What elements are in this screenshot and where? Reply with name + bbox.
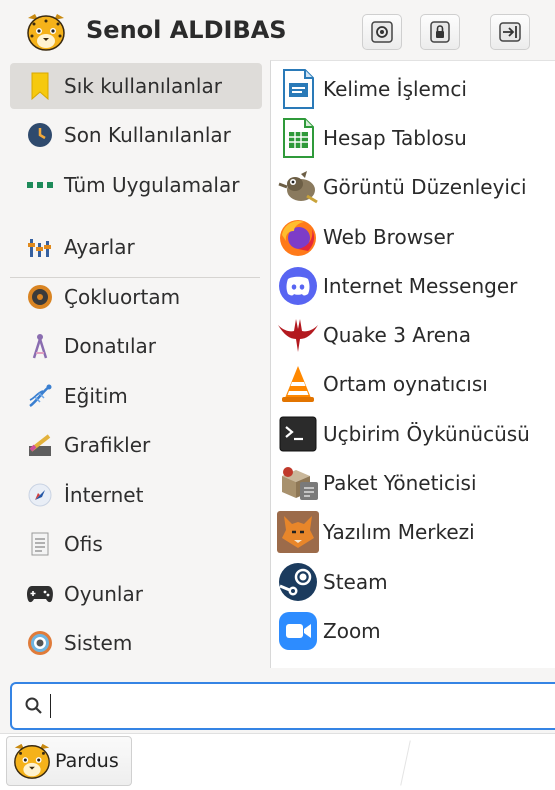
app-label: Kelime İşlemci — [323, 77, 467, 101]
app-firefox[interactable]: Web Browser — [271, 214, 555, 260]
app-quake3[interactable]: Quake 3 Arena — [271, 312, 555, 358]
compass-icon — [26, 332, 54, 360]
search-icon — [25, 697, 42, 714]
pardus-logo-icon — [14, 743, 50, 779]
apps-grid-icon — [26, 171, 54, 199]
app-software-center[interactable]: Yazılım Merkezi — [271, 509, 555, 555]
category-label: Oyunlar — [64, 582, 143, 606]
app-gimp[interactable]: Görüntü Düzenleyici — [271, 164, 555, 210]
category-favorites[interactable]: Sık kullanılanlar — [10, 63, 262, 109]
category-settings[interactable]: Ayarlar — [10, 224, 262, 270]
app-vlc[interactable]: Ortam oynatıcısı — [271, 361, 555, 407]
category-system[interactable]: Sistem — [10, 620, 262, 666]
taskbar-decoration — [400, 740, 411, 786]
username: Senol ALDIBAS — [86, 16, 287, 44]
category-games[interactable]: Oyunlar — [10, 571, 262, 617]
text-cursor — [50, 694, 51, 718]
globe-icon — [26, 481, 54, 509]
system-icon — [26, 629, 54, 657]
category-all-apps[interactable]: Tüm Uygulamalar — [10, 162, 262, 208]
app-steam[interactable]: Steam — [271, 559, 555, 605]
app-label: Steam — [323, 570, 388, 594]
app-terminal[interactable]: Uçbirim Öykünücüsü — [271, 411, 555, 457]
app-label: Web Browser — [323, 225, 455, 249]
category-label: Grafikler — [64, 433, 151, 457]
app-label: Yazılım Merkezi — [323, 520, 475, 544]
category-office[interactable]: Ofis — [10, 521, 262, 567]
app-calc[interactable]: Hesap Tablosu — [271, 115, 555, 161]
category-label: İnternet — [64, 483, 144, 507]
app-label: Quake 3 Arena — [323, 323, 471, 347]
lock-icon — [430, 21, 450, 43]
graphics-icon — [26, 431, 54, 459]
category-multimedia[interactable]: Çokluortam — [10, 274, 262, 320]
package-manager-icon — [275, 460, 321, 506]
app-discord[interactable]: Internet Messenger — [271, 263, 555, 309]
start-menu-button[interactable]: Pardus — [6, 736, 132, 786]
search-input[interactable] — [59, 693, 543, 719]
pardus-leopard-avatar[interactable] — [24, 10, 68, 54]
document-icon — [26, 530, 54, 558]
steam-icon — [275, 559, 321, 605]
category-label: Eğitim — [64, 384, 128, 408]
terminal-icon — [275, 411, 321, 457]
start-menu-label: Pardus — [55, 750, 119, 772]
calc-icon — [275, 115, 321, 161]
app-label: Görüntü Düzenleyici — [323, 175, 527, 199]
app-label: Uçbirim Öykünücüsü — [323, 422, 530, 446]
category-graphics[interactable]: Grafikler — [10, 422, 262, 468]
app-label: Paket Yöneticisi — [323, 471, 477, 495]
firefox-icon — [275, 214, 321, 260]
dna-icon — [26, 382, 54, 410]
category-label: Tüm Uygulamalar — [64, 173, 240, 197]
gamepad-icon — [26, 580, 54, 608]
logout-icon — [499, 22, 521, 42]
vlc-icon — [275, 361, 321, 407]
discord-icon — [275, 263, 321, 309]
menu-header: Senol ALDIBAS — [0, 0, 555, 60]
gimp-icon — [275, 164, 321, 210]
category-label: Son Kullanılanlar — [64, 123, 231, 147]
app-zoom[interactable]: Zoom — [271, 608, 555, 654]
writer-icon — [275, 66, 321, 112]
multimedia-icon — [26, 283, 54, 311]
app-label: Internet Messenger — [323, 274, 518, 298]
software-center-icon — [275, 509, 321, 555]
app-package-manager[interactable]: Paket Yöneticisi — [271, 460, 555, 506]
app-label: Ortam oynatıcısı — [323, 372, 488, 396]
sliders-icon — [26, 233, 54, 261]
lock-button[interactable] — [420, 14, 460, 50]
search-box[interactable] — [10, 682, 555, 730]
zoom-icon — [275, 608, 321, 654]
app-label: Zoom — [323, 619, 381, 643]
taskbar: Pardus — [0, 733, 555, 790]
application-list: Kelime İşlemci Hesap Tablosu Görüntü Düz… — [270, 60, 555, 668]
category-label: Sistem — [64, 631, 133, 655]
category-accessories[interactable]: Donatılar — [10, 323, 262, 369]
clock-icon — [26, 121, 54, 149]
settings-button[interactable] — [362, 14, 402, 50]
category-internet[interactable]: İnternet — [10, 472, 262, 518]
bookmark-icon — [26, 72, 54, 100]
app-writer[interactable]: Kelime İşlemci — [271, 66, 555, 112]
app-label: Hesap Tablosu — [323, 126, 467, 150]
quake-icon — [275, 312, 321, 358]
category-education[interactable]: Eğitim — [10, 373, 262, 419]
category-label: Ofis — [64, 532, 103, 556]
category-label: Donatılar — [64, 334, 157, 358]
category-label: Ayarlar — [64, 235, 135, 259]
logout-button[interactable] — [490, 14, 530, 50]
settings-icon — [371, 21, 393, 43]
category-label: Sık kullanılanlar — [64, 74, 222, 98]
category-recent[interactable]: Son Kullanılanlar — [10, 112, 262, 158]
category-label: Çokluortam — [64, 285, 181, 309]
